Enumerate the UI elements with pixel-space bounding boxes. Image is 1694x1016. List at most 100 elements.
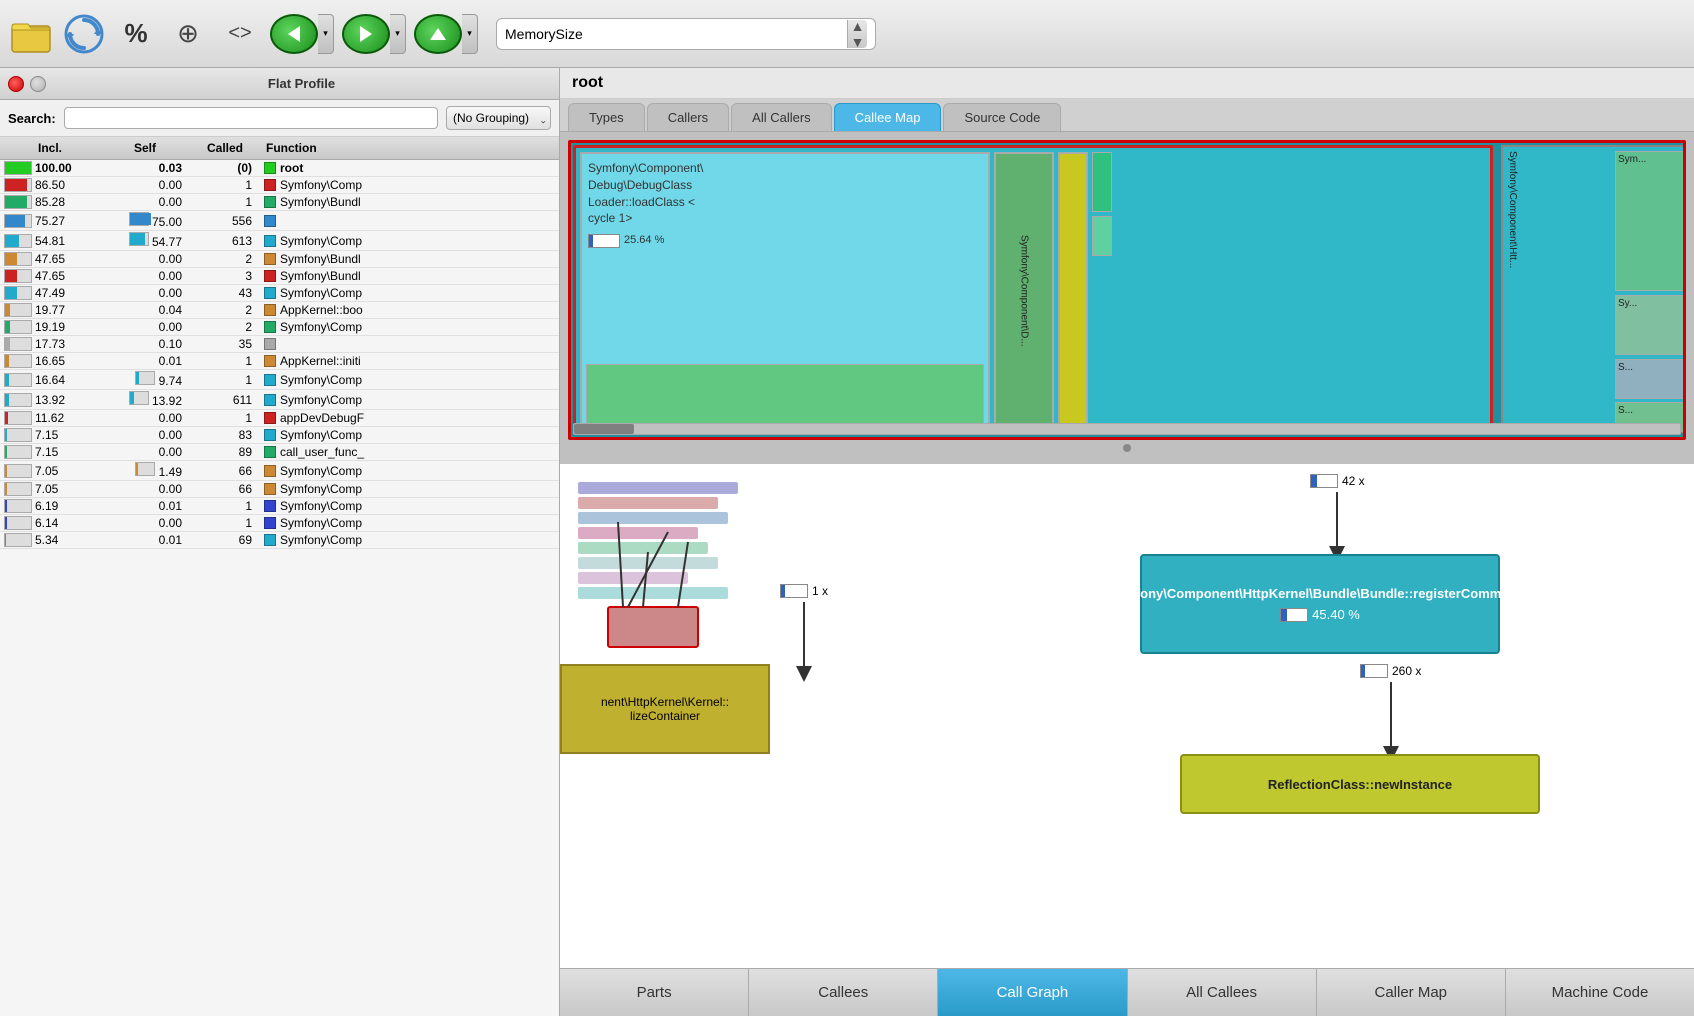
table-row[interactable]: 7.05 0.00 66 Symfony\Comp <box>0 481 559 498</box>
incl-bar-fill <box>5 500 7 512</box>
up-button[interactable] <box>414 14 462 54</box>
tab-callee-map[interactable]: Callee Map <box>834 103 942 131</box>
col-header-called[interactable]: Called <box>190 141 260 155</box>
up-icon <box>426 22 450 46</box>
col-header-self[interactable]: Self <box>100 141 190 155</box>
back-dropdown[interactable]: ▾ <box>318 14 334 54</box>
search-input[interactable] <box>64 107 438 129</box>
func-color-box <box>264 270 276 282</box>
table-row[interactable]: 16.65 0.01 1 AppKernel::initi <box>0 353 559 370</box>
memory-size-dropdown[interactable]: MemorySize ▲ ▼ <box>496 18 876 50</box>
incl-value: 85.28 <box>35 195 65 209</box>
col-header-function[interactable]: Function <box>260 141 559 155</box>
self-bar-fill <box>136 463 138 475</box>
tab-caller-map[interactable]: Caller Map <box>1317 969 1506 1016</box>
incl-cell: 7.15 <box>0 428 100 442</box>
func-name: root <box>280 161 303 175</box>
close-button[interactable] <box>8 76 24 92</box>
folder-button[interactable] <box>10 12 54 56</box>
tab-all-callers[interactable]: All Callers <box>731 103 832 131</box>
incl-cell: 6.19 <box>0 499 100 513</box>
table-row[interactable]: 86.50 0.00 1 Symfony\Comp <box>0 177 559 194</box>
col-header-incl[interactable]: Incl. <box>0 141 100 155</box>
incl-cell: 11.62 <box>0 411 100 425</box>
table-row[interactable]: 19.19 0.00 2 Symfony\Comp <box>0 319 559 336</box>
table-row[interactable]: 11.62 0.00 1 appDevDebugF <box>0 410 559 427</box>
called-cell: 1 <box>190 516 260 530</box>
incl-cell: 100.00 <box>0 161 100 175</box>
tab-parts[interactable]: Parts <box>560 969 749 1016</box>
map-scrollbar[interactable] <box>573 423 1681 435</box>
incl-value: 47.65 <box>35 269 65 283</box>
tab-all-callees[interactable]: All Callees <box>1128 969 1317 1016</box>
incl-value: 6.14 <box>35 516 58 530</box>
forward-button[interactable] <box>342 14 390 54</box>
caller-minimap[interactable]: 16.64 % <box>568 472 768 692</box>
tab-machine-code[interactable]: Machine Code <box>1506 969 1694 1016</box>
func-cell <box>260 338 559 350</box>
up-dropdown[interactable]: ▾ <box>462 14 478 54</box>
incl-bar <box>4 373 32 387</box>
tab-callees[interactable]: Callees <box>749 969 938 1016</box>
table-row[interactable]: 7.15 0.00 83 Symfony\Comp <box>0 427 559 444</box>
arrow-1x-svg <box>789 602 819 682</box>
self-cell: 0.10 <box>100 337 190 351</box>
callee-map-inner[interactable]: Symfony\Component\Debug\DebugClassLoader… <box>568 140 1686 440</box>
incl-value: 5.34 <box>35 533 58 547</box>
table-row[interactable]: 47.65 0.00 2 Symfony\Bundl <box>0 251 559 268</box>
tab-callers[interactable]: Callers <box>647 103 729 131</box>
tab-types[interactable]: Types <box>568 103 645 131</box>
move-button[interactable]: ⊕ <box>166 12 210 56</box>
table-row[interactable]: 47.65 0.00 3 Symfony\Bundl <box>0 268 559 285</box>
table-row[interactable]: 17.73 0.10 35 <box>0 336 559 353</box>
table-row[interactable]: 54.81 54.77 613 Symfony\Comp <box>0 231 559 251</box>
incl-bar-fill <box>5 196 27 208</box>
table-row[interactable]: 19.77 0.04 2 AppKernel::boo <box>0 302 559 319</box>
center-node[interactable]: Symfony\Component\HttpKernel\Bundle\Bund… <box>1140 554 1500 654</box>
percent-button[interactable]: % <box>114 12 158 56</box>
refresh-button[interactable] <box>62 12 106 56</box>
up-nav: ▾ <box>414 14 478 54</box>
grouping-select[interactable]: (No Grouping) By Library By File <box>446 106 551 130</box>
incl-cell: 75.27 <box>0 214 100 228</box>
func-cell: Symfony\Comp <box>260 428 559 442</box>
tab-call-graph[interactable]: Call Graph <box>938 969 1127 1016</box>
map-sub-label-4: S... <box>1616 403 1686 418</box>
bottom-left-node[interactable]: nent\HttpKernel\Kernel:: lizeContainer <box>560 664 770 754</box>
incl-value: 86.50 <box>35 178 65 192</box>
minimize-button[interactable] <box>30 76 46 92</box>
incl-bar-fill <box>5 446 7 458</box>
forward-dropdown[interactable]: ▾ <box>390 14 406 54</box>
table-header: Incl. Self Called Function <box>0 137 559 160</box>
table-row[interactable]: 5.34 0.01 69 Symfony\Comp <box>0 532 559 549</box>
incl-bar-fill <box>5 179 27 191</box>
func-cell: Symfony\Comp <box>260 499 559 513</box>
spinner-control[interactable]: ▲ ▼ <box>847 20 867 48</box>
forward-nav: ▾ <box>342 14 406 54</box>
table-row[interactable]: 16.64 9.74 1 Symfony\Comp <box>0 370 559 390</box>
self-cell: 0.01 <box>100 354 190 368</box>
table-row[interactable]: 47.49 0.00 43 Symfony\Comp <box>0 285 559 302</box>
self-bar <box>135 371 155 385</box>
bottom-right-node[interactable]: ReflectionClass::newInstance <box>1180 754 1540 814</box>
table-row[interactable]: 7.05 1.49 66 Symfony\Comp <box>0 461 559 481</box>
func-name: call_user_func_ <box>280 445 364 459</box>
incl-bar <box>4 234 32 248</box>
tab-source-code[interactable]: Source Code <box>943 103 1061 131</box>
map-main-block[interactable]: Symfony\Component\Debug\DebugClassLoader… <box>573 145 1493 433</box>
table-row[interactable]: 7.15 0.00 89 call_user_func_ <box>0 444 559 461</box>
table-row[interactable]: 6.14 0.00 1 Symfony\Comp <box>0 515 559 532</box>
called-cell: 83 <box>190 428 260 442</box>
incl-bar-fill <box>5 287 17 299</box>
table-row[interactable]: 75.27 75.00 556 <box>0 211 559 231</box>
map-second-block[interactable]: Symfony\Component\Htt... Sym... Sy... S.… <box>1501 145 1686 433</box>
table-row[interactable]: 6.19 0.01 1 Symfony\Comp <box>0 498 559 515</box>
map-main-label: Symfony\Component\Debug\DebugClassLoader… <box>582 154 988 255</box>
table-row[interactable]: 100.00 0.03 (0) root <box>0 160 559 177</box>
incl-bar <box>4 445 32 459</box>
compare-button[interactable]: <> <box>218 12 262 56</box>
back-button[interactable] <box>270 14 318 54</box>
func-color-box <box>264 534 276 546</box>
table-row[interactable]: 85.28 0.00 1 Symfony\Bundl <box>0 194 559 211</box>
table-row[interactable]: 13.92 13.92 611 Symfony\Comp <box>0 390 559 410</box>
